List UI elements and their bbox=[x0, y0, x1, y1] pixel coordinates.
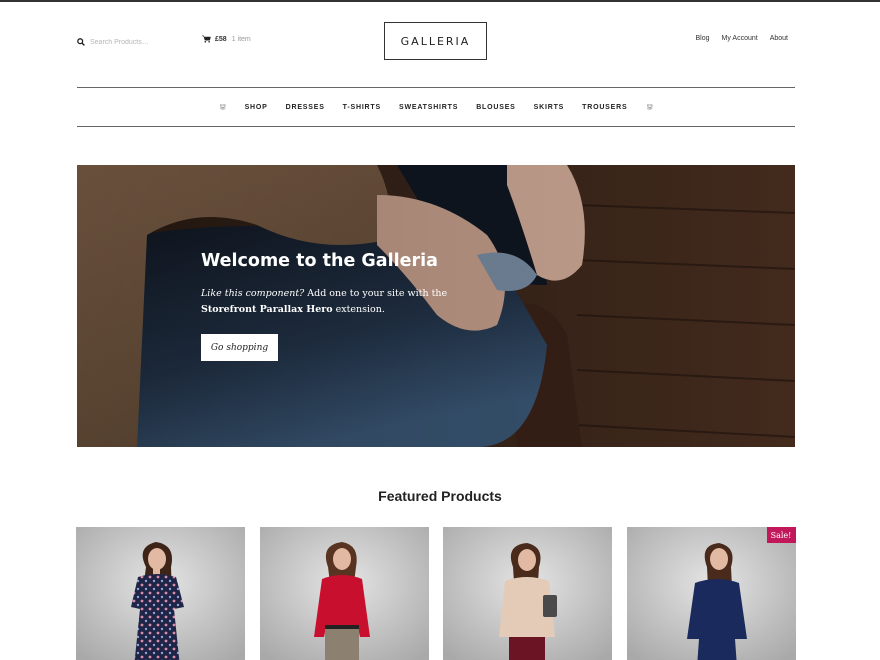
hero-text-end: extension. bbox=[332, 304, 385, 315]
hero-banner: Welcome to the Galleria Like this compon… bbox=[77, 165, 795, 447]
sale-badge: Sale! bbox=[766, 527, 796, 543]
search-form[interactable] bbox=[77, 35, 187, 49]
hero-text-italic: Like this component? bbox=[201, 288, 305, 299]
site-header: £58 1 item GALLERIA Blog My Account Abou… bbox=[77, 22, 795, 62]
secondary-nav: Blog My Account About bbox=[696, 35, 789, 42]
product-grid: Sale! bbox=[76, 527, 796, 660]
ornament-left-icon: ൠ bbox=[219, 103, 226, 110]
featured-products-heading: Featured Products bbox=[378, 488, 502, 504]
cart-link[interactable]: £58 1 item bbox=[202, 35, 251, 43]
nav-link-about[interactable]: About bbox=[770, 35, 788, 42]
cart-count: 1 item bbox=[231, 35, 251, 43]
search-icon[interactable] bbox=[77, 38, 85, 46]
ornament-right-icon: ൠ bbox=[646, 103, 653, 110]
nav-item-t-shirts[interactable]: T-SHIRTS bbox=[334, 104, 390, 111]
nav-item-skirts[interactable]: SKIRTS bbox=[525, 104, 573, 111]
product-card[interactable] bbox=[259, 527, 429, 660]
product-image[interactable] bbox=[76, 527, 245, 660]
primary-nav: ൠ SHOP DRESSES T-SHIRTS SWEATSHIRTS BLOU… bbox=[77, 87, 795, 127]
product-image[interactable] bbox=[443, 527, 612, 660]
product-image[interactable] bbox=[626, 527, 796, 660]
nav-link-my-account[interactable]: My Account bbox=[722, 35, 758, 42]
go-shopping-button[interactable]: Go shopping bbox=[201, 334, 278, 361]
top-border bbox=[0, 0, 880, 2]
cart-amount: £58 bbox=[215, 35, 227, 43]
product-card[interactable] bbox=[76, 527, 245, 660]
product-image[interactable] bbox=[259, 527, 429, 660]
hero-title: Welcome to the Galleria bbox=[201, 251, 438, 271]
nav-item-trousers[interactable]: TROUSERS bbox=[573, 104, 636, 111]
product-card[interactable] bbox=[443, 527, 612, 660]
nav-item-dresses[interactable]: DRESSES bbox=[277, 104, 334, 111]
hero-text-link[interactable]: Storefront Parallax Hero bbox=[201, 304, 333, 315]
nav-link-blog[interactable]: Blog bbox=[696, 35, 710, 42]
search-input[interactable] bbox=[90, 38, 180, 46]
nav-item-sweatshirts[interactable]: SWEATSHIRTS bbox=[390, 104, 467, 111]
nav-item-blouses[interactable]: BLOUSES bbox=[467, 104, 524, 111]
site-logo[interactable]: GALLERIA bbox=[384, 22, 487, 60]
product-card[interactable]: Sale! bbox=[626, 527, 796, 660]
hero-text-middle: Add one to your site with the bbox=[304, 288, 448, 299]
cart-icon bbox=[202, 35, 211, 43]
hero-description: Like this component? Add one to your sit… bbox=[201, 286, 501, 318]
nav-item-shop[interactable]: SHOP bbox=[236, 104, 277, 111]
